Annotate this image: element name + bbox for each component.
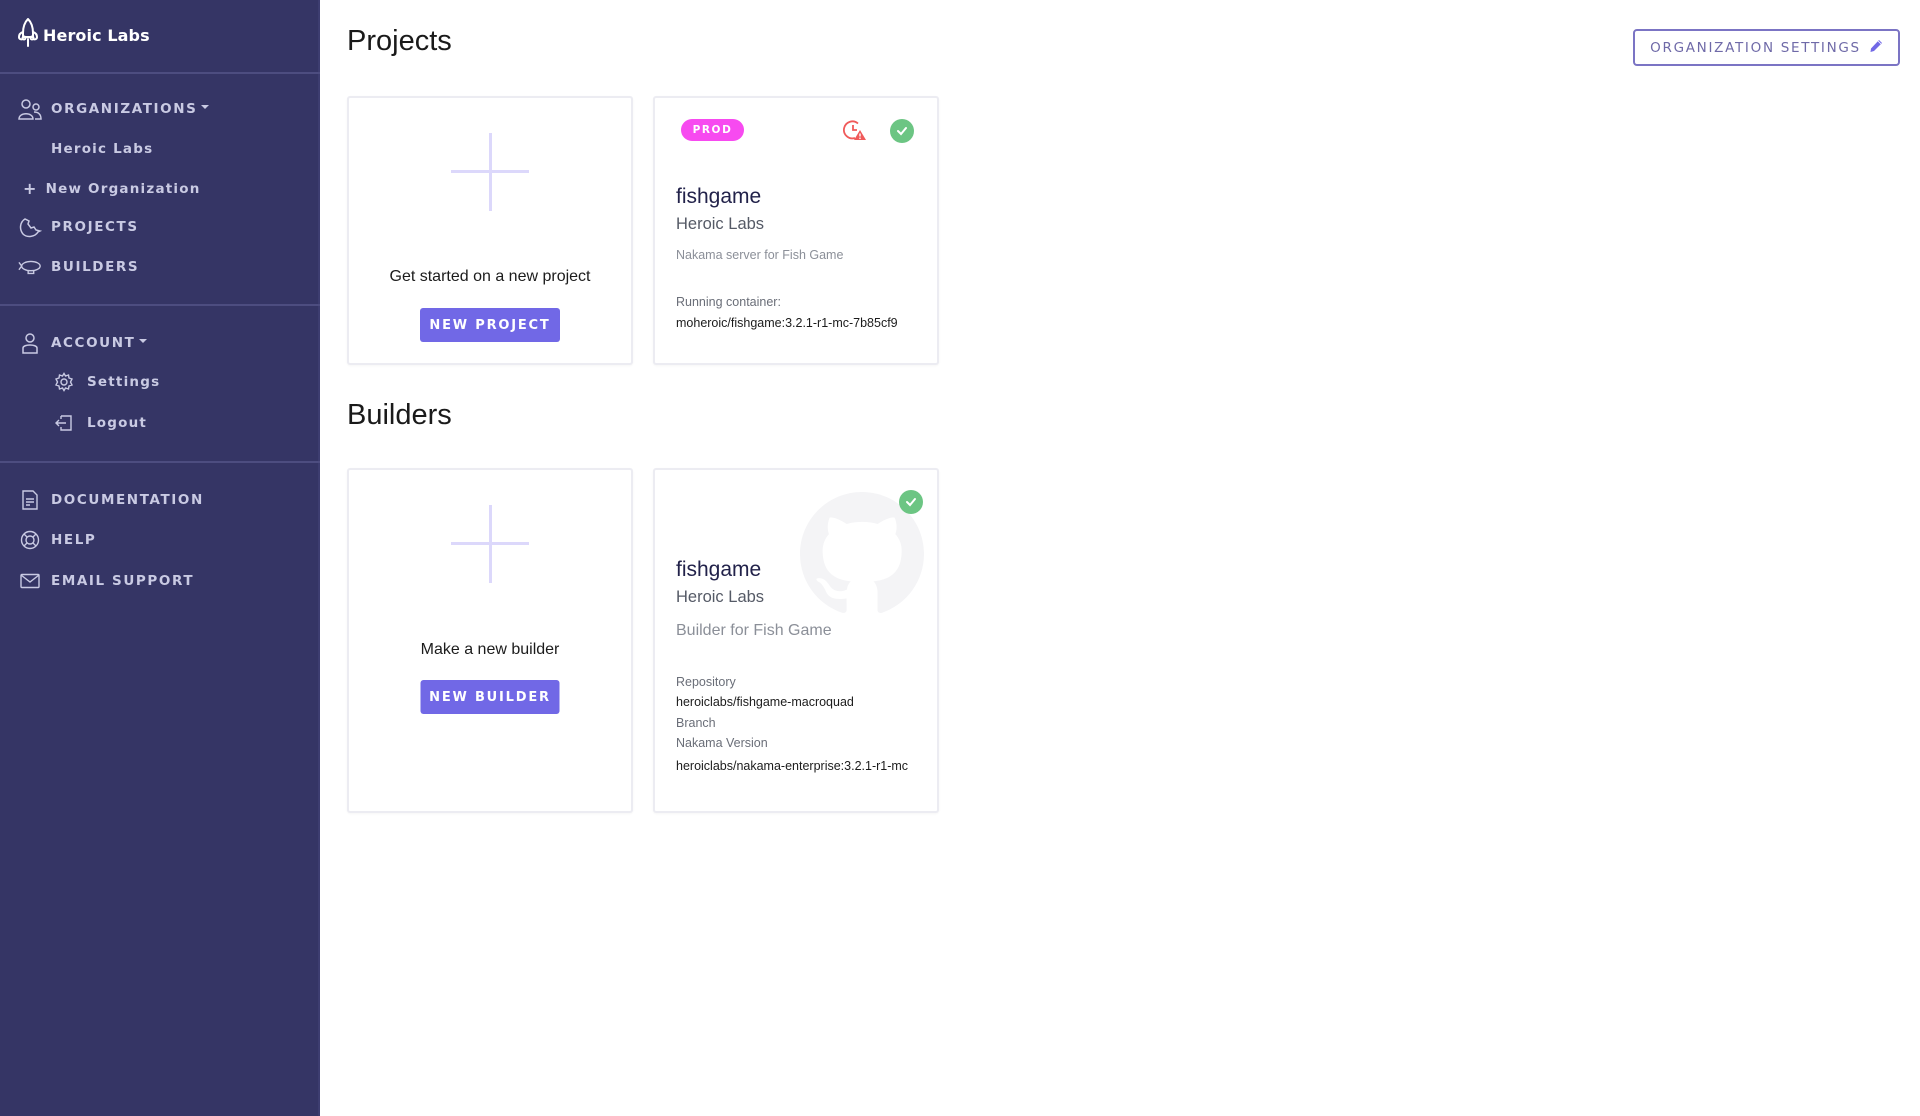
check-circle-icon [899,490,923,514]
chevron-down-icon [201,105,210,109]
check-circle-icon [890,119,914,143]
logout-icon [53,412,75,434]
builder-name: fishgame [676,558,762,581]
project-card[interactable]: PROD fishgame Heroic Labs Nakama server … [653,96,939,365]
brand-logo[interactable]: Heroic Labs [17,17,150,54]
sidebar-item-settings[interactable]: Settings [53,371,160,393]
sidebar-item-documentation[interactable]: DOCUMENTATION [18,488,204,512]
brand-name: Heroic Labs [43,26,150,45]
sidebar-divider [0,304,320,306]
plus-icon: + [23,179,38,198]
sidebar-item-projects[interactable]: PROJECTS [18,215,139,239]
sidebar-org-heroic-labs[interactable]: Heroic Labs [51,141,153,157]
sidebar-divider [0,72,320,74]
new-project-card[interactable]: Get started on a new project NEW PROJECT [347,96,633,365]
builder-description: Builder for Fish Game [676,622,832,639]
sidebar-item-organizations[interactable]: ORGANIZATIONS [18,97,210,121]
sidebar-item-logout[interactable]: Logout [53,412,147,434]
project-description: Nakama server for Fish Game [676,248,844,262]
sidebar-divider [0,461,320,463]
nakama-version-label: Nakama Version [676,736,768,750]
builder-card[interactable]: fishgame Heroic Labs Builder for Fish Ga… [653,468,939,813]
repository-value: heroiclabs/fishgame-macroquad [676,695,854,709]
new-builder-button[interactable]: NEW BUILDER [420,680,560,714]
builder-org: Heroic Labs [676,588,765,606]
clock-warning-icon [843,119,867,148]
project-org: Heroic Labs [676,215,765,233]
new-builder-text: Make a new builder [420,641,560,658]
mail-icon [18,569,42,593]
sidebar: Heroic Labs ORGANIZATIONS Heroic Labs + … [0,0,320,1116]
plus-icon [451,133,529,211]
lifebuoy-icon [18,528,42,552]
sidebar-item-help[interactable]: HELP [18,528,96,552]
container-value: moheroic/fishgame:3.2.1-r1-mc-7b85cf9 [676,316,898,330]
builders-heading: Builders [347,399,452,431]
nakama-version-value: heroiclabs/nakama-enterprise:3.2.1-r1-mc [676,759,909,773]
users-icon [18,97,42,121]
rocket-icon [17,17,39,54]
gear-icon [53,371,75,393]
projects-icon [18,215,42,239]
repository-label: Repository [676,675,736,689]
chevron-down-icon [139,339,148,343]
container-label: Running container: [676,295,781,309]
project-name: fishgame [676,185,762,208]
new-project-button[interactable]: NEW PROJECT [420,308,560,342]
sidebar-item-account[interactable]: ACCOUNT [18,331,148,355]
environment-badge: PROD [681,119,744,141]
organization-settings-button[interactable]: ORGANIZATION SETTINGS [1633,29,1900,66]
new-builder-card[interactable]: Make a new builder NEW BUILDER [347,468,633,813]
sidebar-item-email-support[interactable]: EMAIL SUPPORT [18,569,194,593]
projects-heading: Projects [347,25,452,57]
user-icon [18,331,42,355]
sidebar-item-builders[interactable]: BUILDERS [18,255,139,279]
sidebar-new-organization[interactable]: + New Organization [23,179,201,198]
blimp-icon [18,255,42,279]
document-icon [18,488,42,512]
branch-label: Branch [676,716,716,730]
plus-icon [451,505,529,583]
new-project-text: Get started on a new project [389,268,591,285]
pencil-icon [1869,39,1883,57]
